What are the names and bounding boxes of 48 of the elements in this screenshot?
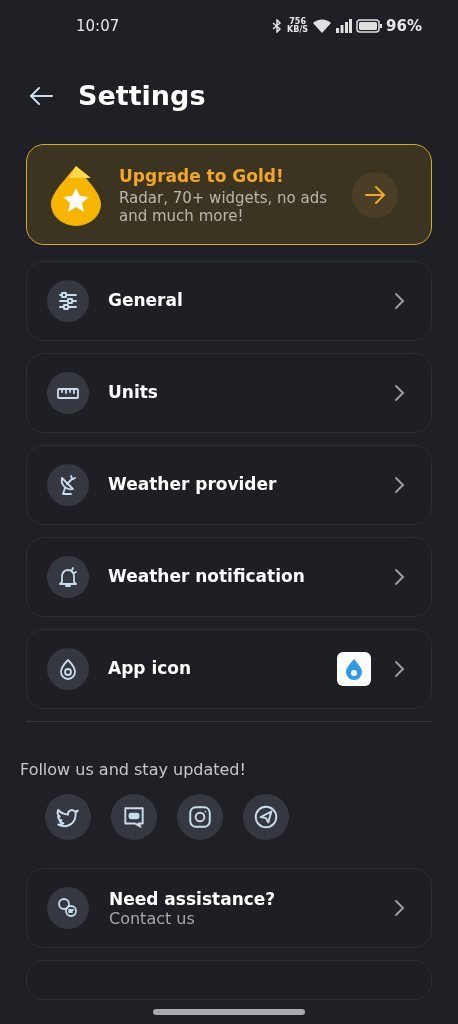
settings-item[interactable]: Weather notification	[26, 537, 432, 617]
social-button[interactable]	[243, 794, 289, 840]
back-button[interactable]	[28, 85, 54, 107]
support-item[interactable]: Need assistance? Contact us	[26, 868, 432, 948]
item-label: General	[108, 289, 184, 313]
social-button[interactable]	[111, 794, 157, 840]
arrow-right-icon	[364, 184, 386, 205]
social-button[interactable]	[45, 794, 91, 840]
page-title: Settings	[78, 78, 206, 113]
chevron-icon	[393, 291, 407, 311]
settings-item[interactable]: App icon	[26, 629, 432, 709]
upgrade-arrow-button[interactable]	[352, 171, 398, 218]
follow-text: Follow us and stay updated!	[20, 759, 247, 781]
chevron-icon	[393, 567, 407, 587]
network-speed-unit: KB/S	[287, 26, 309, 34]
chevron-icon	[393, 475, 407, 495]
social-button[interactable]	[177, 794, 223, 840]
battery-level: 96%	[386, 15, 422, 37]
item-label: App icon	[108, 657, 193, 681]
clock-time: 10:07	[76, 15, 120, 37]
chevron-icon	[393, 659, 407, 679]
bell-icon	[56, 565, 80, 589]
chevron-icon	[393, 383, 407, 403]
app-icon-preview	[337, 652, 371, 686]
network-speed: 756	[288, 18, 307, 26]
battery-icon	[356, 19, 383, 33]
upgrade-description: Radar, 70+ widgets, no ads and much more!	[119, 189, 329, 226]
bluetooth-icon	[271, 19, 284, 33]
settings-item[interactable]: Units	[26, 353, 432, 433]
upgrade-title: Upgrade to Gold!	[119, 164, 285, 188]
signal-icon	[336, 19, 353, 33]
support-title: Need assistance?	[109, 888, 277, 910]
chat-bubbles-icon	[56, 896, 80, 920]
camera-icon	[187, 804, 213, 830]
item-label: Weather provider	[108, 473, 278, 497]
wifi-icon	[312, 18, 333, 34]
back-arrow-icon	[28, 85, 54, 107]
chat-icon	[121, 804, 147, 830]
upgrade-banner[interactable]: Upgrade to Gold! Radar, 70+ widgets, no ads and much more!	[26, 144, 432, 245]
paper-plane-icon	[253, 804, 279, 830]
item-label: Weather notification	[108, 565, 306, 589]
settings-item[interactable]: General	[26, 261, 432, 341]
item-label: Units	[108, 381, 159, 405]
support-subtitle: Contact us	[109, 909, 196, 928]
settings-item[interactable]: Weather provider	[26, 445, 432, 525]
drop-star-icon	[49, 163, 103, 226]
chevron-icon	[393, 898, 407, 918]
sliders-icon	[56, 289, 80, 313]
